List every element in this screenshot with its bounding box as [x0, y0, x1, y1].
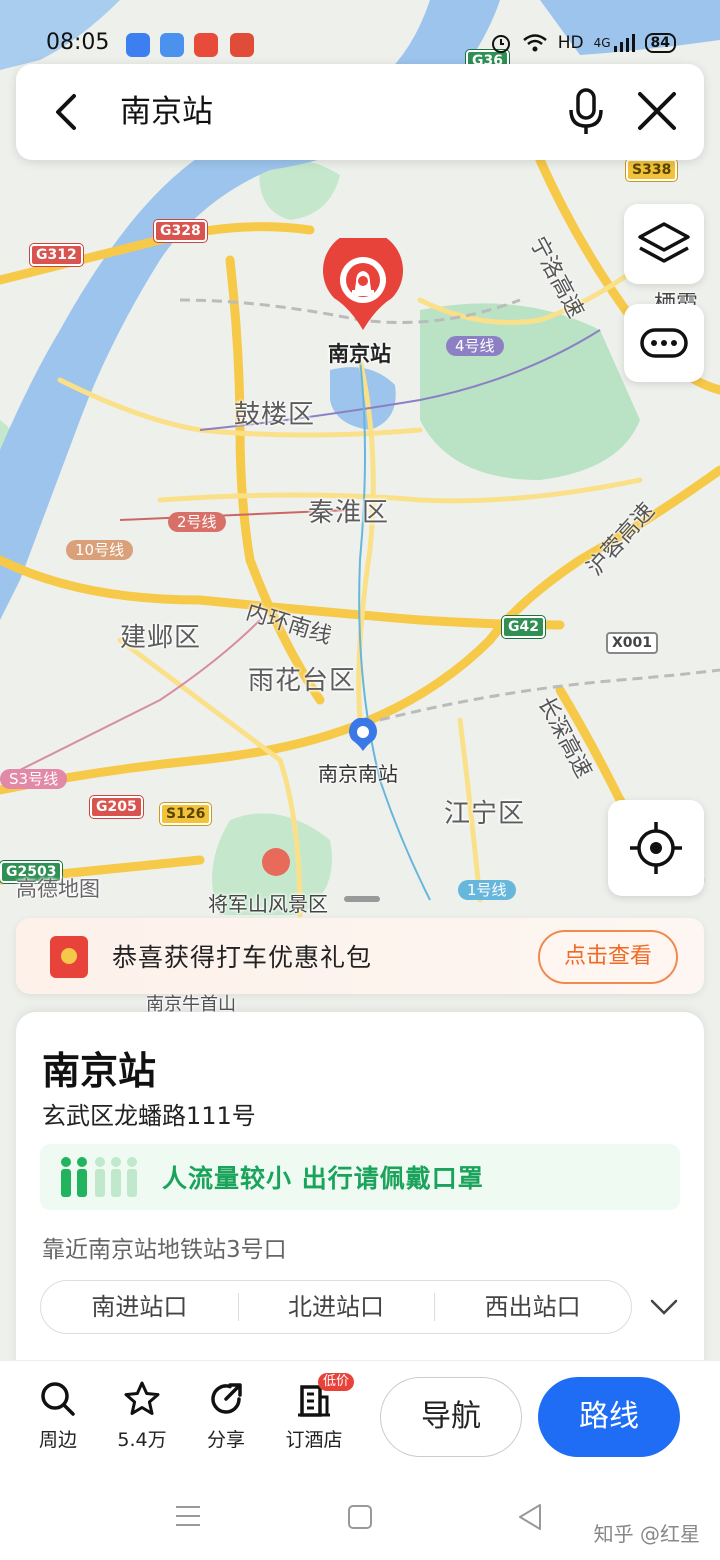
highway-shield: G205: [90, 796, 143, 818]
metro-line-label: 1号线: [458, 880, 516, 900]
entrance-list: 南进站口 北进站口 西出站口: [40, 1280, 632, 1334]
district-label: 鼓楼区: [234, 400, 316, 430]
back-icon[interactable]: [46, 90, 90, 134]
metro-line-label: 4号线: [446, 336, 504, 356]
favorite-button[interactable]: 5.4万: [102, 1379, 182, 1452]
wifi-icon: [522, 34, 547, 52]
poi-card[interactable]: 南京站 玄武区龙蟠路111号 人流量较小 出行请佩戴口罩 靠近南京站地铁站3号口…: [16, 1012, 704, 1372]
district-label: 秦淮区: [308, 498, 390, 528]
more-icon: [640, 328, 688, 358]
nearby-button[interactable]: 周边: [18, 1379, 98, 1452]
district-label: 江宁区: [444, 799, 526, 829]
red-app-icon: [230, 33, 254, 57]
crowd-status-bar: 人流量较小 出行请佩戴口罩: [40, 1144, 680, 1210]
crowd-message: 人流量较小 出行请佩戴口罩: [162, 1164, 484, 1193]
search-icon: [41, 1382, 75, 1416]
railway-station-icon[interactable]: [348, 718, 378, 752]
promo-text: 恭喜获得打车优惠礼包: [112, 943, 373, 972]
nearby-label: 周边: [38, 1429, 77, 1451]
scenic-spot-icon[interactable]: [262, 848, 290, 876]
share-label: 分享: [206, 1429, 245, 1451]
battery-indicator: 84: [644, 33, 676, 53]
locate-button[interactable]: [608, 800, 704, 896]
highway-shield: G312: [30, 244, 83, 266]
map-logo: 高德地图: [16, 877, 100, 901]
star-icon: [124, 1381, 160, 1415]
toutiao-app-icon: [194, 33, 218, 57]
net-type-label: 4G: [593, 36, 611, 50]
metro-line-label: 2号线: [168, 512, 226, 532]
search-bar[interactable]: 南京站: [16, 64, 704, 160]
poi-address: 玄武区龙蟠路111号: [42, 1102, 256, 1130]
back-nav-icon[interactable]: [516, 1502, 544, 1532]
menu-icon[interactable]: [174, 1504, 202, 1528]
layers-button[interactable]: [624, 204, 704, 284]
metro-line-label: S3号线: [0, 769, 68, 789]
network-label: HD: [557, 33, 584, 53]
red-packet-icon: [50, 936, 88, 978]
status-time: 08:05: [46, 30, 110, 55]
watermark: 知乎 @红星: [593, 1522, 700, 1546]
district-label: 建邺区: [120, 623, 202, 653]
navigate-button[interactable]: 导航: [380, 1377, 522, 1457]
crowd-icon: [61, 1157, 137, 1197]
entrance-item[interactable]: 北进站口: [237, 1281, 435, 1333]
hotel-label: 订酒店: [285, 1429, 343, 1451]
promo-banner[interactable]: 恭喜获得打车优惠礼包 点击查看: [16, 918, 704, 994]
metro-line-label: 10号线: [66, 540, 134, 560]
alarm-icon: [491, 35, 510, 53]
share-button[interactable]: 分享: [186, 1379, 266, 1452]
place-label[interactable]: 将军山风景区: [208, 888, 328, 917]
signal-icon: [613, 34, 635, 52]
more-button[interactable]: [624, 304, 704, 382]
nearby-hint: 靠近南京站地铁站3号口: [42, 1237, 287, 1263]
locate-icon: [630, 822, 682, 874]
home-icon[interactable]: [346, 1504, 374, 1530]
hotel-badge: 低价: [318, 1373, 355, 1391]
poi-name: 南京站: [42, 1049, 157, 1093]
entrance-item[interactable]: 西出站口: [434, 1281, 631, 1333]
highway-shield: G328: [154, 220, 207, 242]
favorite-count: 5.4万: [117, 1429, 167, 1451]
infinity-app-icon: [126, 33, 150, 57]
hotel-button[interactable]: 低价 订酒店: [272, 1373, 356, 1452]
highway-shield: S126: [160, 803, 212, 825]
entrance-item[interactable]: 南进站口: [41, 1281, 238, 1333]
system-navigation-bar: 知乎 @红星: [0, 1472, 720, 1560]
close-icon[interactable]: [634, 88, 680, 134]
layers-icon: [638, 222, 690, 263]
station-label[interactable]: 南京站: [328, 338, 391, 368]
status-bar: 08:05 HD 4G 84: [0, 0, 720, 60]
promo-view-button[interactable]: 点击查看: [538, 930, 678, 984]
highway-shield: X001: [606, 632, 659, 654]
station-label[interactable]: 南京南站: [318, 758, 398, 787]
drag-handle[interactable]: [344, 896, 380, 902]
share-icon: [211, 1383, 242, 1414]
cloud-app-icon: [160, 33, 184, 57]
search-input[interactable]: 南京站: [120, 90, 213, 134]
action-bar: 周边 5.4万 分享 低价 订酒店 导航 路线: [0, 1360, 720, 1472]
route-button[interactable]: 路线: [538, 1377, 680, 1457]
district-label: 雨花台区: [248, 666, 357, 696]
microphone-icon[interactable]: [564, 86, 608, 138]
highway-shield: S338: [626, 159, 678, 181]
chevron-down-icon[interactable]: [648, 1292, 680, 1322]
station-marker[interactable]: [320, 238, 406, 334]
highway-shield: G42: [502, 616, 545, 638]
